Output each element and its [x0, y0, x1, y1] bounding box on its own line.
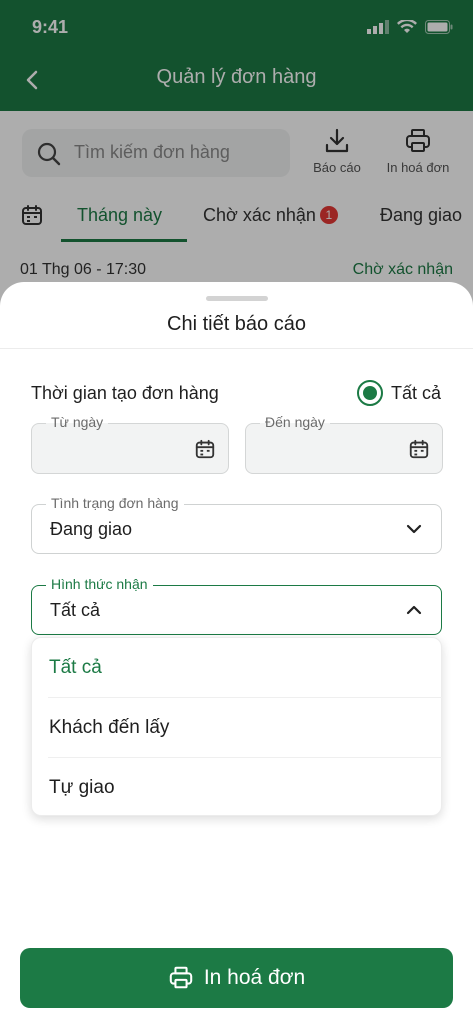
receive-method-select[interactable]: Hình thức nhận Tất cả — [31, 576, 442, 635]
drag-handle[interactable] — [206, 296, 268, 301]
option-customer-pickup[interactable]: Khách đến lấy — [32, 698, 443, 758]
order-status-label: Tình trạng đơn hàng — [46, 495, 184, 511]
to-date-label: Đến ngày — [260, 414, 330, 430]
chevron-up-icon — [406, 605, 422, 615]
calendar-icon — [195, 439, 215, 459]
calendar-icon — [409, 439, 429, 459]
order-status-select[interactable]: Tình trạng đơn hàng Đang giao — [31, 495, 442, 554]
all-time-label: Tất cả — [391, 382, 442, 403]
from-date-field[interactable]: Từ ngày — [31, 414, 229, 474]
receive-method-dropdown: Tất cả Khách đến lấy Tự giao — [31, 637, 443, 818]
option-all[interactable]: Tất cả — [32, 638, 443, 698]
printer-icon — [169, 966, 193, 989]
option-label: Tất cả — [49, 657, 102, 678]
created-time-label: Thời gian tạo đơn hàng — [31, 383, 219, 403]
option-label: Khách đến lấy — [49, 717, 170, 738]
from-date-label: Từ ngày — [46, 414, 109, 430]
order-status-value: Đang giao — [50, 519, 133, 539]
chevron-down-icon — [406, 524, 422, 534]
all-time-radio[interactable]: Tất cả — [357, 380, 441, 406]
print-invoice-submit-button[interactable]: In hoá đơn — [20, 948, 453, 1008]
receive-method-label: Hình thức nhận — [46, 576, 153, 592]
print-invoice-submit-label: In hoá đơn — [203, 966, 306, 989]
divider — [0, 348, 473, 349]
option-label: Tự giao — [49, 777, 115, 798]
to-date-field[interactable]: Đến ngày — [245, 414, 443, 474]
receive-method-value: Tất cả — [50, 600, 101, 620]
sheet-title: Chi tiết báo cáo — [167, 313, 306, 335]
report-detail-sheet: Chi tiết báo cáo Thời gian tạo đơn hàng … — [0, 282, 473, 1024]
radio-selected-icon — [357, 380, 383, 406]
option-self-delivery[interactable]: Tự giao — [32, 758, 443, 818]
